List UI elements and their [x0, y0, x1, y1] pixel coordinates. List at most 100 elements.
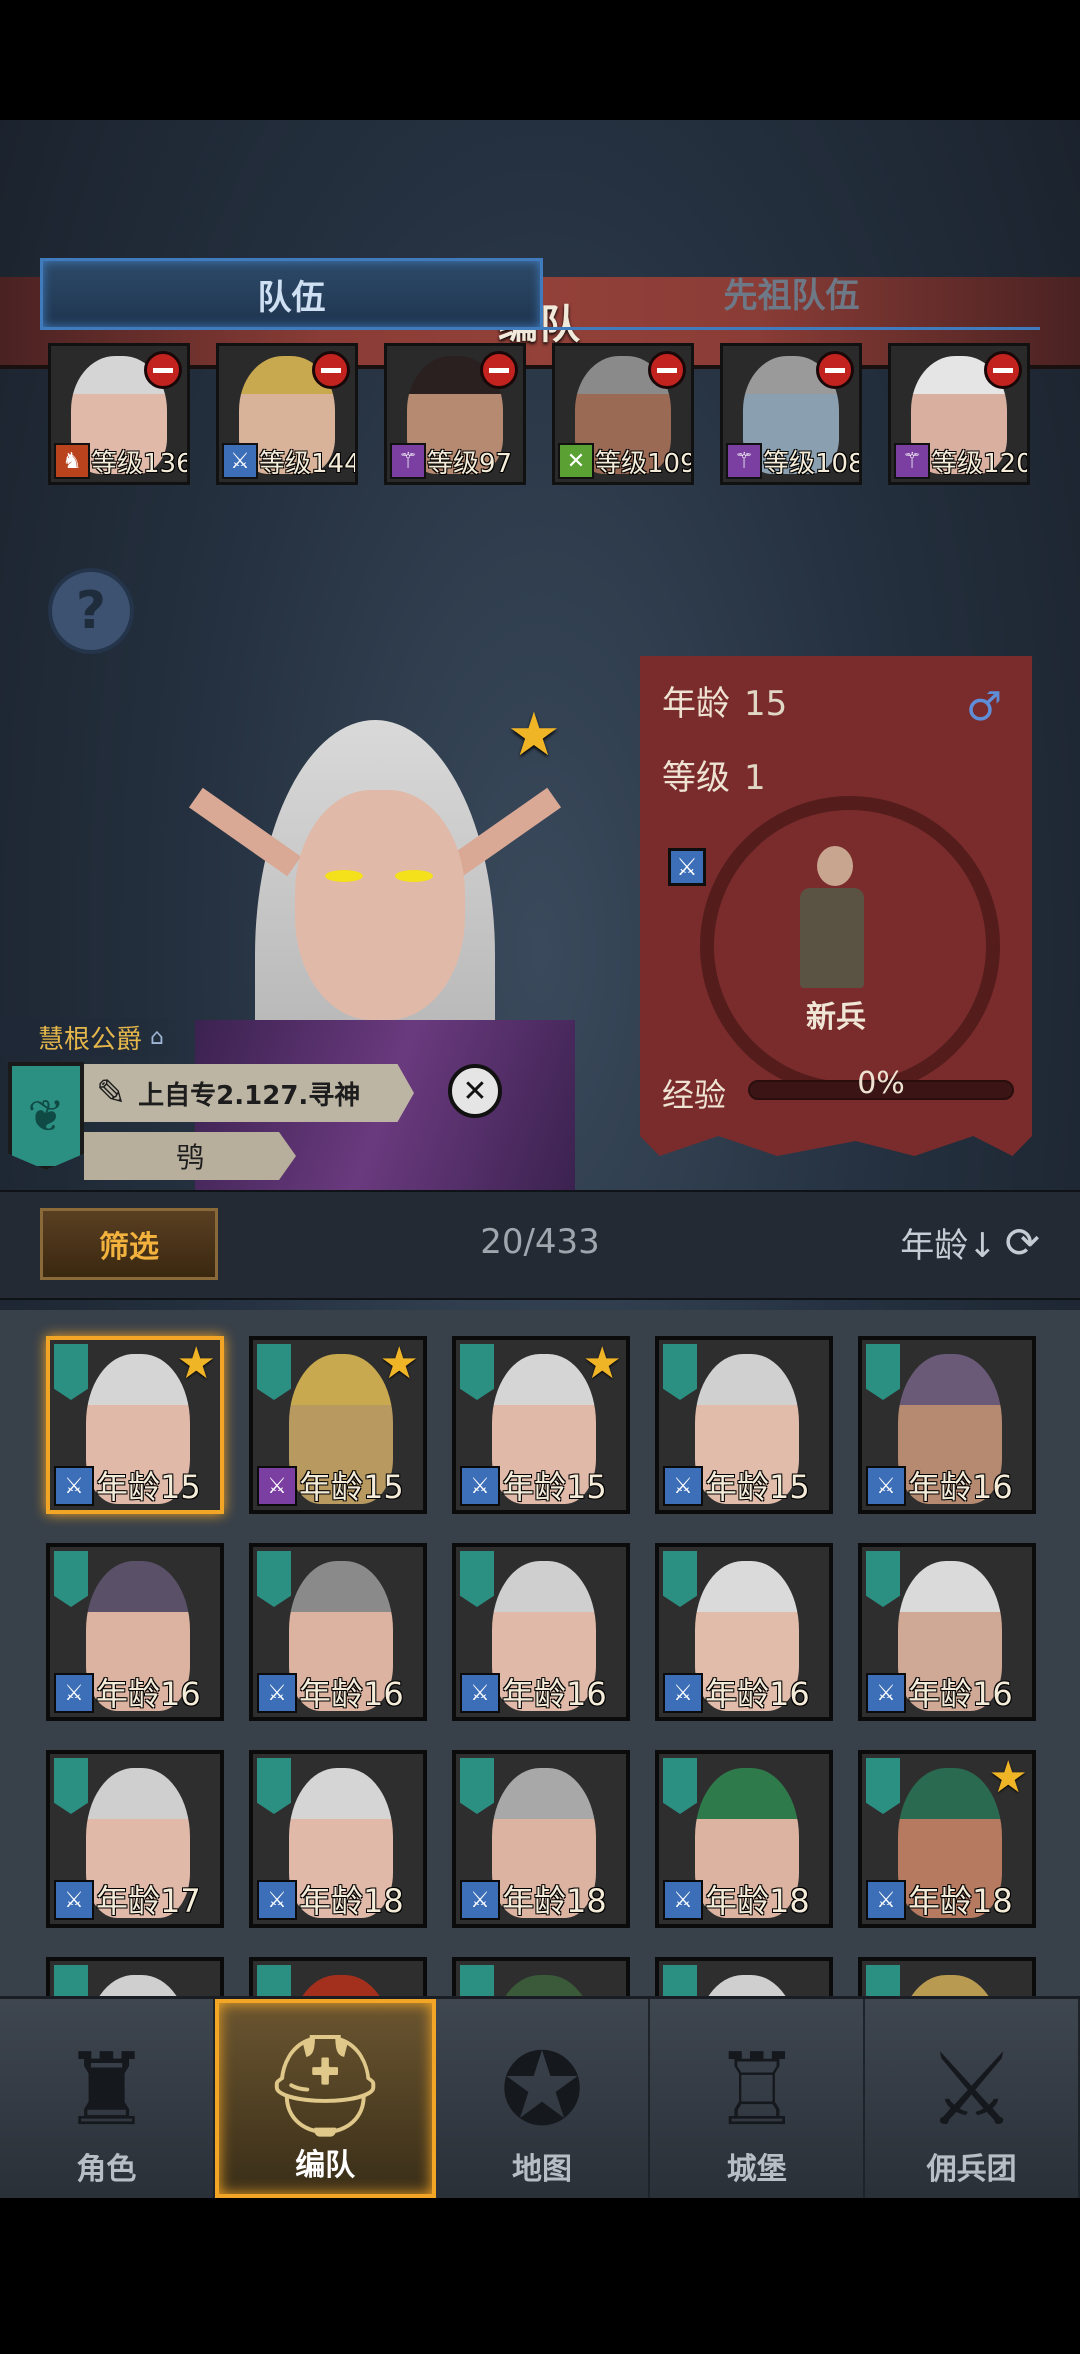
slot-level: 等级97 [427, 449, 513, 479]
card-age: 年龄17 [96, 1882, 201, 1920]
team-slot[interactable]: ✕ 等级109 [552, 343, 694, 485]
nav-item[interactable]: ♜ 角色 [0, 1999, 215, 2198]
clan-banner-icon [663, 1965, 697, 1998]
roster-card[interactable]: ⚔ 年龄17 [46, 1750, 224, 1928]
roster-card[interactable]: ⚔ 年龄16 [452, 1543, 630, 1721]
roster-card[interactable]: ★ ⚔ 年龄15 [249, 1336, 427, 1514]
roster-card[interactable]: ★ ⚔ 年龄18 [858, 1750, 1036, 1928]
bottom-nav: ♜ 角色 ⛑ 编队 ✪ 地图 ♖ 城堡 ⚔ 佣兵团 [0, 1996, 1080, 2198]
roster-card[interactable] [858, 1957, 1036, 1998]
sword-icon: ⚔ [663, 1880, 703, 1920]
roster-card[interactable]: ★ ⚔ 年龄15 [46, 1336, 224, 1514]
remove-icon[interactable] [648, 351, 686, 389]
filter-bar: 筛选 20/433 年龄↓ ⟳ [0, 1190, 1080, 1300]
star-icon: ★ [582, 1338, 622, 1389]
team-slot[interactable]: ♞ 等级136 [48, 343, 190, 485]
help-icon[interactable]: ? [48, 568, 134, 654]
nav-label: 编队 [295, 2148, 356, 2183]
duke-title-text: 慧根公爵 [38, 1024, 143, 1055]
portrait [695, 1975, 799, 1998]
star-icon: ★ [379, 1338, 419, 1389]
hero-title-plate[interactable]: ✎ 上自专2.127.寻神 [84, 1064, 414, 1122]
roster-card[interactable]: ⚔ 年龄16 [858, 1336, 1036, 1514]
nav-item[interactable]: ⚔ 佣兵团 [865, 1999, 1080, 2198]
sword-icon: ⚔ [460, 1466, 500, 1506]
clan-banner-icon [257, 1965, 291, 1998]
clan-banner-icon [460, 1758, 494, 1814]
clan-banner-icon [866, 1344, 900, 1400]
roster-card[interactable]: ⚔ 年龄18 [452, 1750, 630, 1928]
refresh-icon[interactable]: ⟳ [1005, 1218, 1040, 1267]
team-slot[interactable]: ⚚ 等级108 [720, 343, 862, 485]
roster-card[interactable] [249, 1957, 427, 1998]
tab-team[interactable]: 队伍 [40, 258, 543, 330]
team-slot[interactable]: ⚚ 等级97 [384, 343, 526, 485]
sword-icon: ⚔ [866, 1673, 906, 1713]
hero-star-icon: ★ [507, 700, 561, 770]
age-row: 年龄 15 [662, 676, 787, 725]
card-age: 年龄18 [502, 1882, 607, 1920]
roster-card[interactable]: ⚔ 年龄15 [655, 1336, 833, 1514]
clan-banner-icon [866, 1758, 900, 1814]
nav-item[interactable]: ✪ 地图 [436, 1999, 651, 2198]
roster-card[interactable]: ⚔ 年龄16 [46, 1543, 224, 1721]
clan-banner-icon [663, 1551, 697, 1607]
card-age: 年龄15 [299, 1468, 404, 1506]
roster-grid: ★ ⚔ 年龄15 ★ ⚔ 年龄15 ★ ⚔ 年龄15 ⚔ 年龄15 ⚔ 年龄16 ⚔ 年龄16 ⚔ 年龄16 ⚔ 年… [0, 1310, 1080, 1998]
staff-icon: ⚚ [390, 443, 426, 479]
clan-banner-icon [460, 1551, 494, 1607]
clan-banner-icon [257, 1551, 291, 1607]
team-slot[interactable]: ⚔ 等级144 [216, 343, 358, 485]
sort-control[interactable]: 年龄↓ ⟳ [900, 1218, 1040, 1267]
male-icon: ♂ [966, 684, 1002, 730]
slot-level: 等级109 [595, 449, 694, 479]
staff-icon: ⚚ [894, 443, 930, 479]
nav-item[interactable]: ♖ 城堡 [650, 1999, 866, 2198]
clan-banner-icon: ❦ [8, 1062, 84, 1170]
team-slot[interactable]: ⚚ 等级120 [888, 343, 1030, 485]
team-tabs: 队伍 先祖队伍 [40, 258, 1040, 330]
remove-icon[interactable] [480, 351, 518, 389]
remove-icon[interactable] [144, 351, 182, 389]
close-icon[interactable]: ✕ [448, 1064, 502, 1118]
remove-icon[interactable] [984, 351, 1022, 389]
roster-card[interactable]: ⚔ 年龄16 [858, 1543, 1036, 1721]
nav-item[interactable]: ⛑ 编队 [214, 1999, 436, 2198]
age-label: 年龄 [662, 684, 730, 724]
crossed-swords-icon: ✕ [558, 443, 594, 479]
clan-banner-icon [460, 1344, 494, 1400]
clan-banner-icon [257, 1758, 291, 1814]
remove-icon[interactable] [312, 351, 350, 389]
clan-banner-icon [663, 1758, 697, 1814]
star-icon: ★ [176, 1338, 216, 1389]
card-age: 年龄16 [502, 1675, 607, 1713]
roster-card[interactable]: ⚔ 年龄16 [655, 1543, 833, 1721]
remove-icon[interactable] [816, 351, 854, 389]
clan-banner-icon [866, 1965, 900, 1998]
slot-level: 等级120 [931, 449, 1030, 479]
portrait [289, 1975, 393, 1998]
sword-icon: ⚔ [54, 1466, 94, 1506]
roster-card[interactable]: ⚔ 年龄18 [655, 1750, 833, 1928]
sword-icon: ⚔ [257, 1466, 297, 1506]
roster-card[interactable]: ⚔ 年龄18 [249, 1750, 427, 1928]
sort-label[interactable]: 年龄↓ [900, 1218, 997, 1267]
sword-icon: ⚔ [866, 1466, 906, 1506]
tab-ancestor-team[interactable]: 先祖队伍 [543, 258, 1040, 330]
roster-card[interactable] [452, 1957, 630, 1998]
card-age: 年龄18 [705, 1882, 810, 1920]
edit-pen-icon[interactable]: ✎ [96, 1073, 126, 1114]
roster-card[interactable]: ★ ⚔ 年龄15 [452, 1336, 630, 1514]
sword-icon: ⚔ [668, 848, 706, 886]
roster-card[interactable] [46, 1957, 224, 1998]
compass-map-icon: ✪ [500, 2031, 584, 2148]
clan-banner-icon [257, 1344, 291, 1400]
nav-label: 角色 [76, 2152, 137, 2187]
clan-banner-icon [54, 1551, 88, 1607]
hero-eye-left [325, 870, 363, 882]
roster-card[interactable] [655, 1957, 833, 1998]
roster-card[interactable]: ⚔ 年龄16 [249, 1543, 427, 1721]
slot-level: 等级108 [763, 449, 862, 479]
level-value: 1 [744, 758, 766, 798]
card-age: 年龄18 [908, 1882, 1013, 1920]
